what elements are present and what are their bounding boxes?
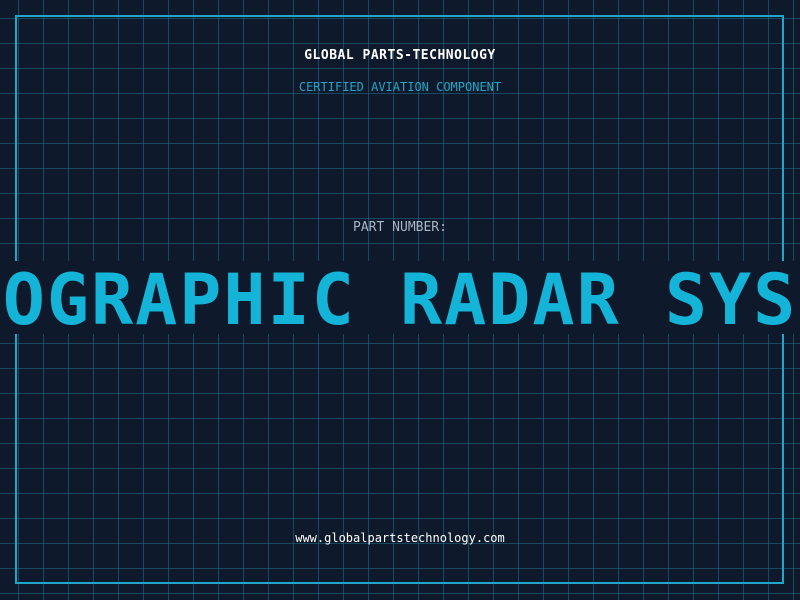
part-number-label: PART NUMBER: [353, 220, 447, 235]
company-name: GLOBAL PARTS-TECHNOLOGY [304, 48, 496, 63]
part-number-band: OGRAPHIC RADAR SYS [0, 261, 800, 334]
certificate-canvas: GLOBAL PARTS-TECHNOLOGY CERTIFIED AVIATI… [0, 0, 800, 600]
website-link[interactable]: www.globalpartstechnology.com [0, 531, 800, 545]
part-number-value: OGRAPHIC RADAR SYS [2, 261, 798, 334]
tagline: CERTIFIED AVIATION COMPONENT [298, 80, 502, 94]
